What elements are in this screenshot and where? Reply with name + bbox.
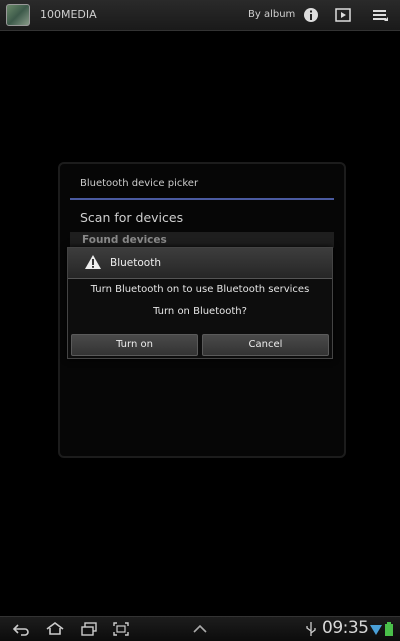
alert-message: Turn Bluetooth on to use Bluetooth servi…	[90, 284, 310, 295]
turn-on-button[interactable]: Turn on	[71, 334, 198, 356]
clock: 09:35	[322, 618, 369, 638]
title-divider	[70, 198, 334, 200]
alert-header: Bluetooth	[68, 248, 332, 279]
wifi-icon	[370, 625, 382, 635]
scan-for-devices-button[interactable]: Scan for devices	[80, 210, 183, 225]
system-bar: 09:35	[0, 616, 400, 641]
picker-title: Bluetooth device picker	[80, 178, 199, 189]
home-icon[interactable]	[46, 621, 64, 637]
recent-apps-icon[interactable]	[80, 621, 98, 637]
slideshow-icon[interactable]	[334, 6, 352, 24]
screenshot-icon[interactable]	[112, 621, 130, 637]
usb-icon	[306, 622, 316, 636]
battery-icon	[385, 622, 393, 636]
cancel-button[interactable]: Cancel	[202, 334, 329, 356]
view-mode-selector[interactable]: By album	[248, 9, 295, 20]
found-devices-label: Found devices	[82, 234, 167, 246]
chevron-up-icon[interactable]	[191, 621, 209, 637]
album-title: 100MEDIA	[40, 8, 97, 21]
alert-title: Bluetooth	[110, 257, 161, 269]
bluetooth-alert-dialog: Bluetooth Turn Bluetooth on to use Bluet…	[67, 247, 333, 359]
gallery-app-icon[interactable]	[6, 4, 30, 26]
menu-icon[interactable]	[371, 6, 389, 24]
found-devices-header: Found devices	[70, 232, 334, 248]
back-icon[interactable]	[12, 621, 30, 637]
top-action-bar: 100MEDIA By album	[0, 0, 400, 31]
warning-icon	[85, 255, 101, 269]
info-icon[interactable]	[302, 6, 320, 24]
alert-question: Turn on Bluetooth?	[153, 306, 247, 317]
